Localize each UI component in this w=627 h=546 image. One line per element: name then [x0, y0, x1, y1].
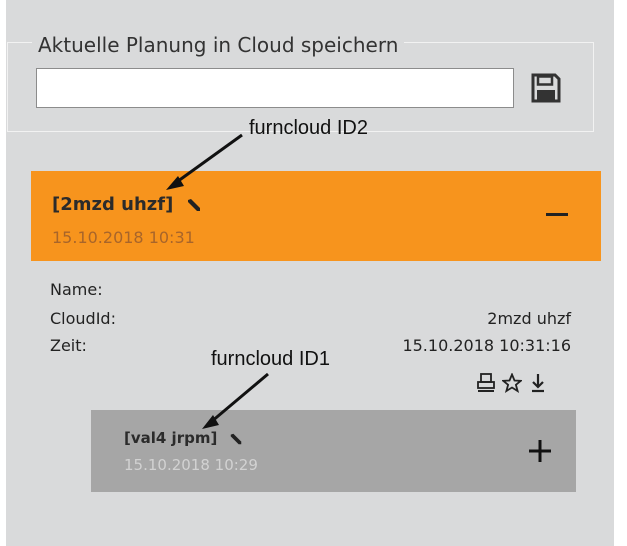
pencil-icon[interactable]	[229, 432, 243, 446]
pencil-icon[interactable]	[186, 197, 202, 213]
entry-actions	[476, 370, 576, 396]
floppy-disk-icon	[531, 73, 561, 103]
favorite-button[interactable]	[502, 372, 522, 394]
expand-button[interactable]	[526, 437, 554, 465]
detail-row-cloudid: CloudId: 2mzd uhzf	[50, 309, 571, 331]
name-label: Name:	[50, 280, 103, 299]
cloud-entry-collapsed[interactable]: [val4 jrpm] 15.10.2018 10:29	[91, 410, 576, 492]
entry-title: [2mzd uhzf]	[52, 194, 202, 215]
download-button[interactable]	[528, 372, 548, 394]
cloudid-label: CloudId:	[50, 309, 116, 328]
print-button[interactable]	[476, 372, 496, 394]
cloudid-value: 2mzd uhzf	[487, 309, 571, 328]
save-section-title: Aktuelle Planung in Cloud speichern	[32, 32, 405, 58]
entry-title-text: [val4 jrpm]	[124, 429, 218, 447]
print-icon	[477, 373, 495, 392]
plus-icon	[529, 440, 551, 462]
entry-time: 15.10.2018 10:29	[124, 456, 258, 474]
zeit-value: 15.10.2018 10:31:16	[402, 336, 571, 355]
zeit-label: Zeit:	[50, 336, 87, 355]
entry-title: [val4 jrpm]	[124, 429, 243, 447]
minus-icon	[546, 213, 568, 216]
cloud-name-input[interactable]	[36, 68, 514, 108]
cloud-entry-expanded[interactable]: [2mzd uhzf] 15.10.2018 10:31	[31, 171, 601, 261]
annotation-id1: furncloud ID1	[211, 348, 330, 370]
star-icon	[502, 373, 522, 393]
annotation-id2: furncloud ID2	[249, 117, 368, 139]
detail-row-name: Name:	[50, 280, 571, 302]
collapse-button[interactable]	[543, 200, 571, 228]
save-button[interactable]	[528, 70, 564, 106]
entry-time: 15.10.2018 10:31	[52, 228, 195, 247]
entry-title-text: [2mzd uhzf]	[52, 194, 174, 215]
download-icon	[532, 374, 544, 393]
